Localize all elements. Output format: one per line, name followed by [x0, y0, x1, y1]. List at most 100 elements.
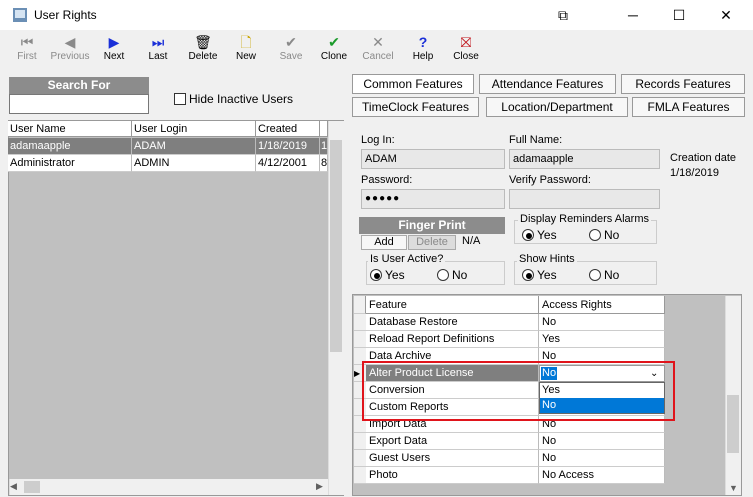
verify-password-label: Verify Password: — [509, 174, 591, 186]
hints-no-radio[interactable] — [589, 269, 601, 281]
row-header[interactable] — [354, 314, 366, 331]
h-scroll-thumb[interactable] — [24, 481, 40, 493]
exit-door-icon: ⛝ — [460, 34, 472, 50]
search-input[interactable] — [9, 94, 149, 114]
close-window-button[interactable]: ✕ — [703, 0, 749, 30]
table-row[interactable]: Reload Report Definitions — [366, 331, 539, 348]
fullname-label: Full Name: — [509, 134, 563, 146]
col-access-rights[interactable]: Access Rights — [539, 296, 665, 314]
active-label: Is User Active? — [368, 253, 446, 265]
creation-date-value: 1/18/2019 — [670, 167, 719, 179]
table-cell[interactable]: No — [539, 433, 665, 450]
hide-inactive-label: Hide Inactive Users — [189, 92, 294, 106]
table-cell[interactable]: 4/12/2001 — [256, 155, 320, 172]
features-scroll-thumb[interactable] — [727, 395, 739, 453]
highlight-box — [362, 361, 675, 421]
clone-button[interactable]: ✔ Clone — [311, 33, 357, 67]
table-cell[interactable]: No Access — [539, 467, 665, 484]
scroll-right-icon[interactable]: ▶ — [316, 481, 323, 492]
col-user-name[interactable]: User Name — [8, 121, 132, 137]
next-icon: ▶ — [108, 34, 120, 50]
password-field[interactable]: ●●●●● — [361, 189, 505, 209]
table-cell[interactable]: ADMIN — [132, 155, 256, 172]
maximize-button[interactable]: ☐ — [656, 0, 702, 30]
checkmark-icon: ✔ — [285, 34, 297, 50]
app-icon — [13, 8, 27, 22]
minimize-button[interactable]: ─ — [610, 0, 656, 30]
users-grid — [8, 120, 344, 496]
new-button[interactable]: 🗋 New — [223, 33, 269, 67]
reminders-no-radio[interactable] — [589, 229, 601, 241]
help-button[interactable]: ? Help — [400, 33, 446, 67]
table-row[interactable]: Database Restore — [366, 314, 539, 331]
scroll-left-icon[interactable]: ◀ — [10, 481, 17, 492]
col-created[interactable]: Created — [256, 121, 320, 137]
table-row[interactable]: Photo — [366, 467, 539, 484]
reminders-yes-label: Yes — [537, 228, 557, 242]
search-label: Search For — [9, 77, 149, 94]
active-yes-label: Yes — [385, 268, 405, 282]
col-extra[interactable] — [320, 121, 328, 137]
tab-fmla-features[interactable]: FMLA Features — [632, 97, 745, 117]
users-horizontal-scrollbar[interactable] — [9, 479, 328, 495]
col-feature[interactable]: Feature — [366, 296, 539, 314]
row-header[interactable] — [354, 331, 366, 348]
password-label: Password: — [361, 174, 413, 186]
active-yes-radio[interactable] — [370, 269, 382, 281]
login-field[interactable]: ADAM — [361, 149, 505, 169]
table-cell[interactable]: 1/18/2019 — [256, 138, 320, 155]
table-cell[interactable]: No — [539, 450, 665, 467]
hints-yes-label: Yes — [537, 268, 557, 282]
tab-location-department[interactable]: Location/Department — [486, 97, 628, 117]
fingerprint-delete-button[interactable]: Delete — [408, 235, 456, 250]
tab-records-features[interactable]: Records Features — [621, 74, 745, 94]
table-cell[interactable]: 1 — [320, 138, 328, 155]
reminders-yes-radio[interactable] — [522, 229, 534, 241]
next-button[interactable]: ▶ Next — [91, 33, 137, 67]
tab-timeclock-features[interactable]: TimeClock Features — [352, 97, 479, 117]
double-check-icon: ✔ — [328, 34, 340, 50]
table-cell[interactable]: No — [539, 314, 665, 331]
last-button[interactable]: ⏭ Last — [135, 33, 181, 67]
row-header — [354, 296, 366, 314]
fullname-field[interactable]: adamaapple — [509, 149, 660, 169]
first-icon: ⏮ — [20, 34, 34, 50]
table-row[interactable]: Export Data — [366, 433, 539, 450]
hints-yes-radio[interactable] — [522, 269, 534, 281]
row-header[interactable] — [354, 467, 366, 484]
active-no-radio[interactable] — [437, 269, 449, 281]
reminders-no-label: No — [604, 228, 620, 242]
last-icon: ⏭ — [151, 34, 165, 50]
table-row[interactable]: Guest Users — [366, 450, 539, 467]
col-user-login[interactable]: User Login — [132, 121, 256, 137]
row-header[interactable] — [354, 433, 366, 450]
fingerprint-label: Finger Print — [359, 217, 505, 234]
fingerprint-status: N/A — [462, 235, 481, 247]
restore-to-tray-icon[interactable]: ⧉ — [540, 0, 586, 30]
first-button[interactable]: ⏮ First — [4, 33, 50, 67]
hints-label: Show Hints — [517, 253, 577, 265]
previous-icon: ◀ — [64, 34, 76, 50]
trash-icon: 🗑 — [194, 34, 212, 50]
row-header[interactable] — [354, 450, 366, 467]
table-cell[interactable]: 8 — [320, 155, 328, 172]
x-icon: ✕ — [372, 34, 384, 50]
scroll-down-icon[interactable]: ▼ — [729, 483, 738, 493]
hide-inactive-checkbox[interactable] — [174, 93, 186, 105]
cancel-button[interactable]: ✕ Cancel — [355, 33, 401, 67]
scroll-thumb[interactable] — [330, 140, 342, 352]
verify-password-field[interactable] — [509, 189, 660, 209]
table-row[interactable]: Administrator — [8, 155, 132, 172]
tab-attendance-features[interactable]: Attendance Features — [479, 74, 616, 94]
tab-common-features[interactable]: Common Features — [352, 74, 474, 94]
close-button[interactable]: ⛝ Close — [443, 33, 489, 67]
table-row[interactable]: adamaapple — [8, 138, 132, 155]
reminders-label: Display Reminders Alarms — [518, 213, 651, 225]
table-cell[interactable]: Yes — [539, 331, 665, 348]
previous-button[interactable]: ◀ Previous — [47, 33, 93, 67]
delete-button[interactable]: 🗑 Delete — [180, 33, 226, 67]
table-cell[interactable]: ADAM — [132, 138, 256, 155]
fingerprint-add-button[interactable]: Add — [361, 235, 407, 250]
save-button[interactable]: ✔ Save — [268, 33, 314, 67]
hints-no-label: No — [604, 268, 620, 282]
